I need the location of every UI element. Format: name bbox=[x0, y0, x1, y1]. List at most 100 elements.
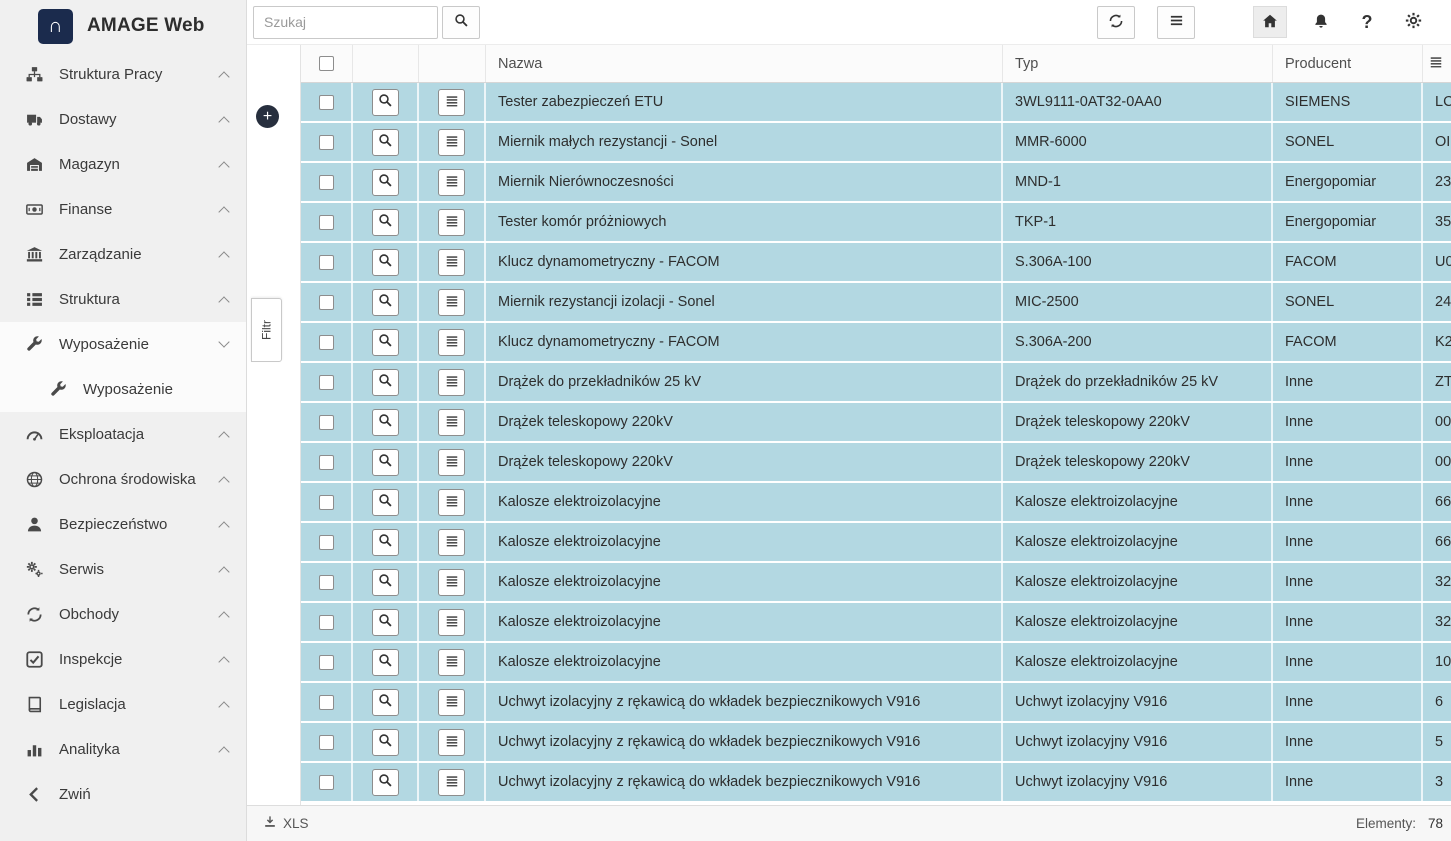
row-menu-button[interactable] bbox=[438, 209, 465, 236]
sidebar-item-magazyn[interactable]: Magazyn bbox=[0, 142, 246, 187]
row-checkbox[interactable] bbox=[319, 255, 334, 270]
sidebar-item-eksploatacja[interactable]: Eksploatacja bbox=[0, 412, 246, 457]
sidebar-item-struktura[interactable]: Struktura bbox=[0, 277, 246, 322]
row-menu-button[interactable] bbox=[438, 489, 465, 516]
column-header-typ[interactable]: Typ bbox=[1003, 45, 1273, 82]
row-preview-button[interactable] bbox=[372, 529, 399, 556]
home-button[interactable] bbox=[1253, 6, 1287, 38]
row-menu-button[interactable] bbox=[438, 409, 465, 436]
table-row[interactable]: Klucz dynamometryczny - FACOM S.306A-200… bbox=[301, 323, 1451, 363]
table-row[interactable]: Uchwyt izolacyjny z rękawicą do wkładek … bbox=[301, 683, 1451, 723]
sidebar-item-obchody[interactable]: Obchody bbox=[0, 592, 246, 637]
table-row[interactable]: Kalosze elektroizolacyjne Kalosze elektr… bbox=[301, 603, 1451, 643]
sidebar-item-ochrona-srodowiska[interactable]: Ochrona środowiska bbox=[0, 457, 246, 502]
row-checkbox[interactable] bbox=[319, 215, 334, 230]
row-menu-button[interactable] bbox=[438, 649, 465, 676]
notifications-button[interactable] bbox=[1309, 7, 1333, 37]
table-row[interactable]: Drążek teleskopowy 220kV Drążek teleskop… bbox=[301, 403, 1451, 443]
table-row[interactable]: Klucz dynamometryczny - FACOM S.306A-100… bbox=[301, 243, 1451, 283]
table-row[interactable]: Kalosze elektroizolacyjne Kalosze elektr… bbox=[301, 643, 1451, 683]
add-filter-button[interactable]: + bbox=[256, 105, 279, 128]
row-menu-button[interactable] bbox=[438, 729, 465, 756]
row-checkbox[interactable] bbox=[319, 135, 334, 150]
row-menu-button[interactable] bbox=[438, 609, 465, 636]
table-row[interactable]: Kalosze elektroizolacyjne Kalosze elektr… bbox=[301, 483, 1451, 523]
row-checkbox[interactable] bbox=[319, 495, 334, 510]
table-row[interactable]: Miernik małych rezystancji - Sonel MMR-6… bbox=[301, 123, 1451, 163]
sidebar-item-zwin[interactable]: Zwiń bbox=[0, 772, 246, 817]
row-preview-button[interactable] bbox=[372, 369, 399, 396]
sidebar-item-zarzadzanie[interactable]: Zarządzanie bbox=[0, 232, 246, 277]
row-preview-button[interactable] bbox=[372, 169, 399, 196]
row-preview-button[interactable] bbox=[372, 689, 399, 716]
sidebar-item-wyposazenie[interactable]: Wyposażenie bbox=[0, 322, 246, 367]
search-button[interactable] bbox=[442, 6, 480, 39]
row-checkbox[interactable] bbox=[319, 295, 334, 310]
table-row[interactable]: Miernik rezystancji izolacji - Sonel MIC… bbox=[301, 283, 1451, 323]
row-checkbox[interactable] bbox=[319, 175, 334, 190]
row-menu-button[interactable] bbox=[438, 249, 465, 276]
sidebar-item-dostawy[interactable]: Dostawy bbox=[0, 97, 246, 142]
row-menu-button[interactable] bbox=[438, 569, 465, 596]
table-row[interactable]: Kalosze elektroizolacyjne Kalosze elektr… bbox=[301, 563, 1451, 603]
row-preview-button[interactable] bbox=[372, 649, 399, 676]
row-preview-button[interactable] bbox=[372, 609, 399, 636]
column-settings-button[interactable] bbox=[1425, 53, 1447, 75]
row-menu-button[interactable] bbox=[438, 689, 465, 716]
help-button[interactable]: ? bbox=[1355, 7, 1379, 37]
sidebar-item-analityka[interactable]: Analityka bbox=[0, 727, 246, 772]
row-menu-button[interactable] bbox=[438, 449, 465, 476]
row-menu-button[interactable] bbox=[438, 129, 465, 156]
row-menu-button[interactable] bbox=[438, 329, 465, 356]
row-menu-button[interactable] bbox=[438, 369, 465, 396]
export-xls-button[interactable]: XLS bbox=[263, 815, 309, 832]
table-row[interactable]: Tester zabezpieczeń ETU 3WL9111-0AT32-0A… bbox=[301, 83, 1451, 123]
row-checkbox[interactable] bbox=[319, 655, 334, 670]
row-checkbox[interactable] bbox=[319, 695, 334, 710]
row-menu-button[interactable] bbox=[438, 529, 465, 556]
row-preview-button[interactable] bbox=[372, 449, 399, 476]
table-row[interactable]: Drążek do przekładników 25 kV Drążek do … bbox=[301, 363, 1451, 403]
row-checkbox[interactable] bbox=[319, 615, 334, 630]
sidebar-item-inspekcje[interactable]: Inspekcje bbox=[0, 637, 246, 682]
row-preview-button[interactable] bbox=[372, 129, 399, 156]
select-all-checkbox[interactable] bbox=[319, 56, 334, 71]
column-header-producent[interactable]: Producent bbox=[1273, 45, 1423, 82]
row-menu-button[interactable] bbox=[438, 89, 465, 116]
refresh-button[interactable] bbox=[1097, 6, 1135, 39]
sidebar-item-finanse[interactable]: Finanse bbox=[0, 187, 246, 232]
row-preview-button[interactable] bbox=[372, 249, 399, 276]
row-checkbox[interactable] bbox=[319, 455, 334, 470]
row-checkbox[interactable] bbox=[319, 775, 334, 790]
row-menu-button[interactable] bbox=[438, 289, 465, 316]
column-header-nazwa[interactable]: Nazwa bbox=[486, 45, 1003, 82]
row-preview-button[interactable] bbox=[372, 769, 399, 796]
table-row[interactable]: Tester komór próżniowych TKP-1 Energopom… bbox=[301, 203, 1451, 243]
search-input[interactable] bbox=[253, 6, 438, 39]
menu-button[interactable] bbox=[1157, 6, 1195, 39]
table-row[interactable]: Uchwyt izolacyjny z rękawicą do wkładek … bbox=[301, 763, 1451, 803]
row-checkbox[interactable] bbox=[319, 95, 334, 110]
filter-tab[interactable]: Filtr bbox=[251, 298, 282, 362]
table-row[interactable]: Drążek teleskopowy 220kV Drążek teleskop… bbox=[301, 443, 1451, 483]
row-checkbox[interactable] bbox=[319, 575, 334, 590]
row-preview-button[interactable] bbox=[372, 569, 399, 596]
row-checkbox[interactable] bbox=[319, 535, 334, 550]
sidebar-item-struktura-pracy[interactable]: Struktura Pracy bbox=[0, 52, 246, 97]
sidebar-item-legislacja[interactable]: Legislacja bbox=[0, 682, 246, 727]
row-menu-button[interactable] bbox=[438, 769, 465, 796]
row-checkbox[interactable] bbox=[319, 735, 334, 750]
sidebar-item-wyposazenie-sub[interactable]: Wyposażenie bbox=[0, 367, 246, 412]
table-row[interactable]: Miernik Nierównoczesności MND-1 Energopo… bbox=[301, 163, 1451, 203]
row-checkbox[interactable] bbox=[319, 335, 334, 350]
row-preview-button[interactable] bbox=[372, 329, 399, 356]
row-checkbox[interactable] bbox=[319, 415, 334, 430]
settings-button[interactable] bbox=[1401, 7, 1425, 37]
row-preview-button[interactable] bbox=[372, 489, 399, 516]
sidebar-item-bezpieczenstwo[interactable]: Bezpieczeństwo bbox=[0, 502, 246, 547]
row-preview-button[interactable] bbox=[372, 289, 399, 316]
row-preview-button[interactable] bbox=[372, 409, 399, 436]
table-row[interactable]: Uchwyt izolacyjny z rękawicą do wkładek … bbox=[301, 723, 1451, 763]
sidebar-item-serwis[interactable]: Serwis bbox=[0, 547, 246, 592]
table-row[interactable]: Kalosze elektroizolacyjne Kalosze elektr… bbox=[301, 523, 1451, 563]
